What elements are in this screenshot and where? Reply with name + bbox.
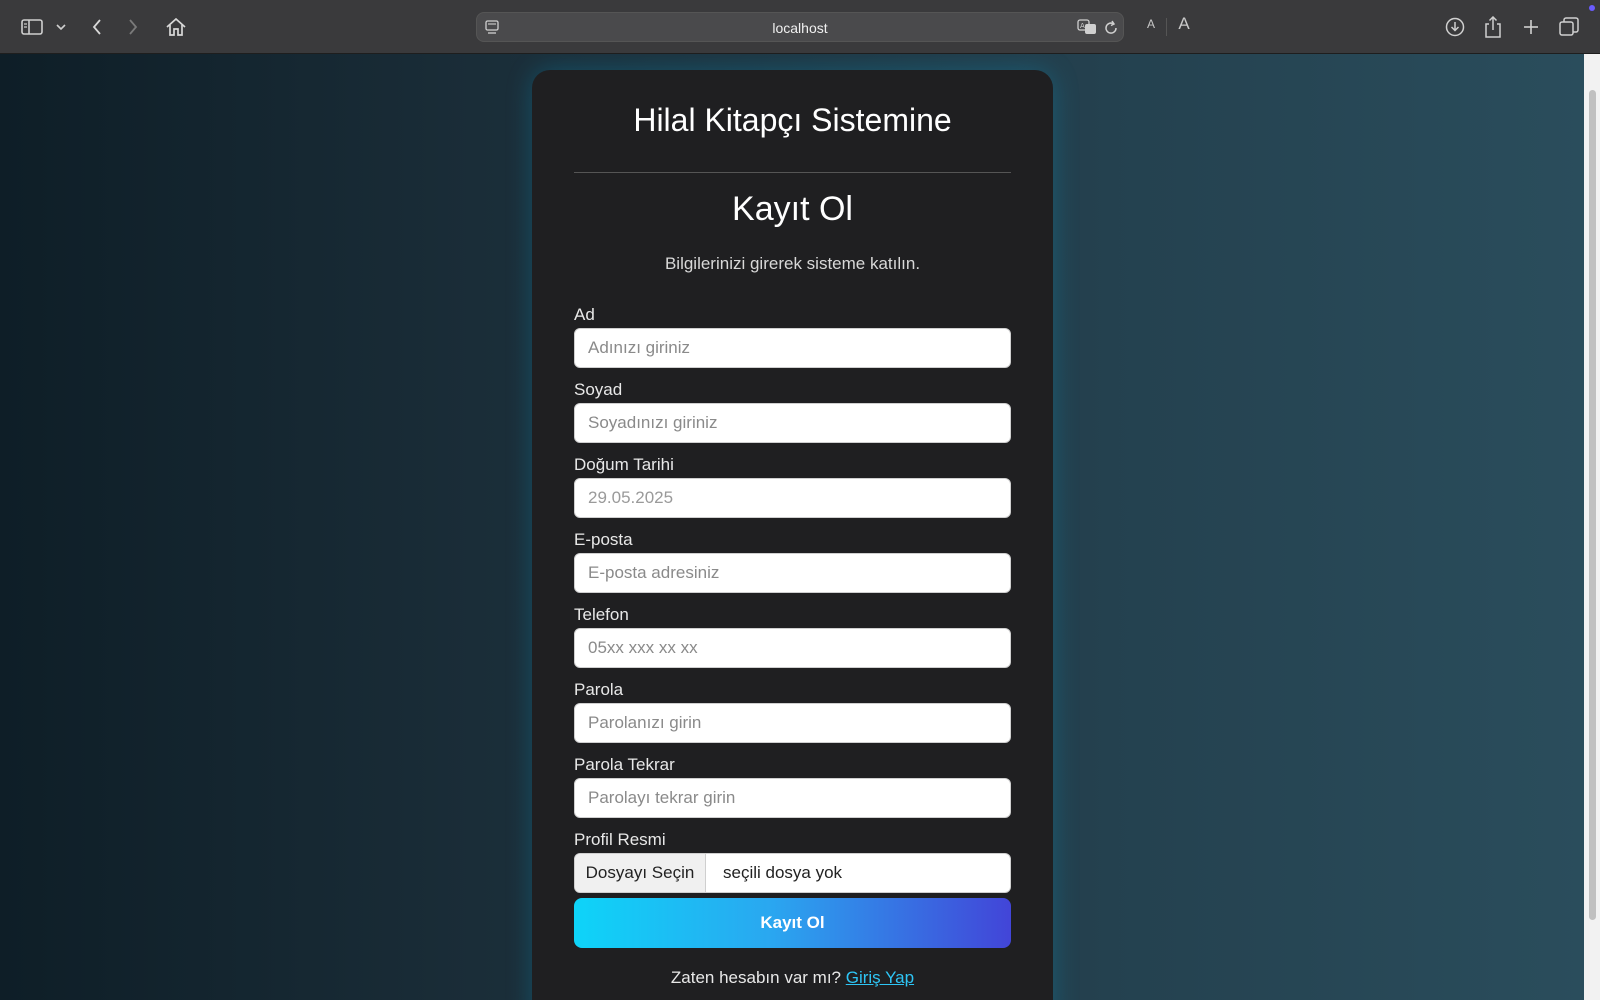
download-icon[interactable] — [1444, 11, 1466, 43]
login-prompt-text: Zaten hesabın var mı? — [670, 968, 846, 987]
page-viewport: Hilal Kitapçı Sistemine Kayıt Ol Bilgile… — [0, 54, 1584, 1000]
profile-image-picker[interactable]: Dosyayı Seçin seçili dosya yok — [574, 853, 1011, 893]
profile-image-label: Profil Resmi — [574, 830, 666, 849]
form-heading: Kayıt Ol — [732, 190, 853, 228]
login-link[interactable]: Giriş Yap — [846, 968, 914, 987]
forward-icon[interactable] — [124, 11, 142, 43]
first-name-label: Ad — [574, 305, 595, 324]
form-description: Bilgilerinizi girerek sisteme katılın. — [664, 254, 921, 273]
register-card: Hilal Kitapçı Sistemine Kayıt Ol Bilgile… — [532, 70, 1053, 1000]
notification-dot — [1589, 5, 1595, 11]
password-input[interactable] — [574, 703, 1011, 743]
address-bar[interactable]: localhost A — [476, 12, 1124, 42]
sidebar-icon[interactable] — [20, 11, 44, 43]
tab-overview-icon[interactable] — [1558, 11, 1580, 43]
password-confirm-label: Parola Tekrar — [574, 755, 675, 774]
email-input[interactable] — [574, 553, 1011, 593]
file-status: seçili dosya yok — [723, 863, 843, 882]
last-name-input[interactable] — [574, 403, 1011, 443]
email-label: E-posta — [574, 530, 633, 549]
choose-file-button[interactable]: Dosyayı Seçin — [575, 854, 706, 892]
login-prompt-line: Zaten hesabın var mı? Giriş Yap — [532, 968, 1053, 988]
password-confirm-input[interactable] — [574, 778, 1011, 818]
phone-label: Telefon — [574, 605, 629, 624]
home-icon[interactable] — [164, 11, 188, 43]
font-decrease-button[interactable]: A — [1144, 17, 1158, 31]
birth-date-label: Doğum Tarihi — [574, 455, 674, 474]
back-icon[interactable] — [88, 11, 106, 43]
first-name-input[interactable] — [574, 328, 1011, 368]
url-text: localhost — [772, 20, 828, 36]
phone-input[interactable] — [574, 628, 1011, 668]
password-label: Parola — [574, 680, 624, 699]
share-icon[interactable] — [1482, 11, 1504, 43]
reload-icon[interactable] — [1103, 20, 1119, 41]
register-button[interactable]: Kayıt Ol — [574, 898, 1011, 948]
new-tab-icon[interactable] — [1520, 11, 1542, 43]
browser-toolbar: localhost A A A — [0, 0, 1600, 54]
title-divider — [574, 172, 1011, 173]
page-title: Hilal Kitapçı Sistemine — [633, 102, 952, 138]
translate-icon[interactable]: A — [1077, 19, 1097, 40]
last-name-label: Soyad — [574, 380, 623, 399]
svg-text:A: A — [1080, 22, 1085, 30]
birth-date-input[interactable]: 29.05.2025 — [574, 478, 1011, 518]
chevron-down-icon[interactable] — [54, 11, 68, 43]
font-increase-button[interactable]: A — [1176, 14, 1192, 34]
scrollbar-thumb[interactable] — [1589, 90, 1596, 920]
toolbar-divider — [1166, 18, 1167, 36]
